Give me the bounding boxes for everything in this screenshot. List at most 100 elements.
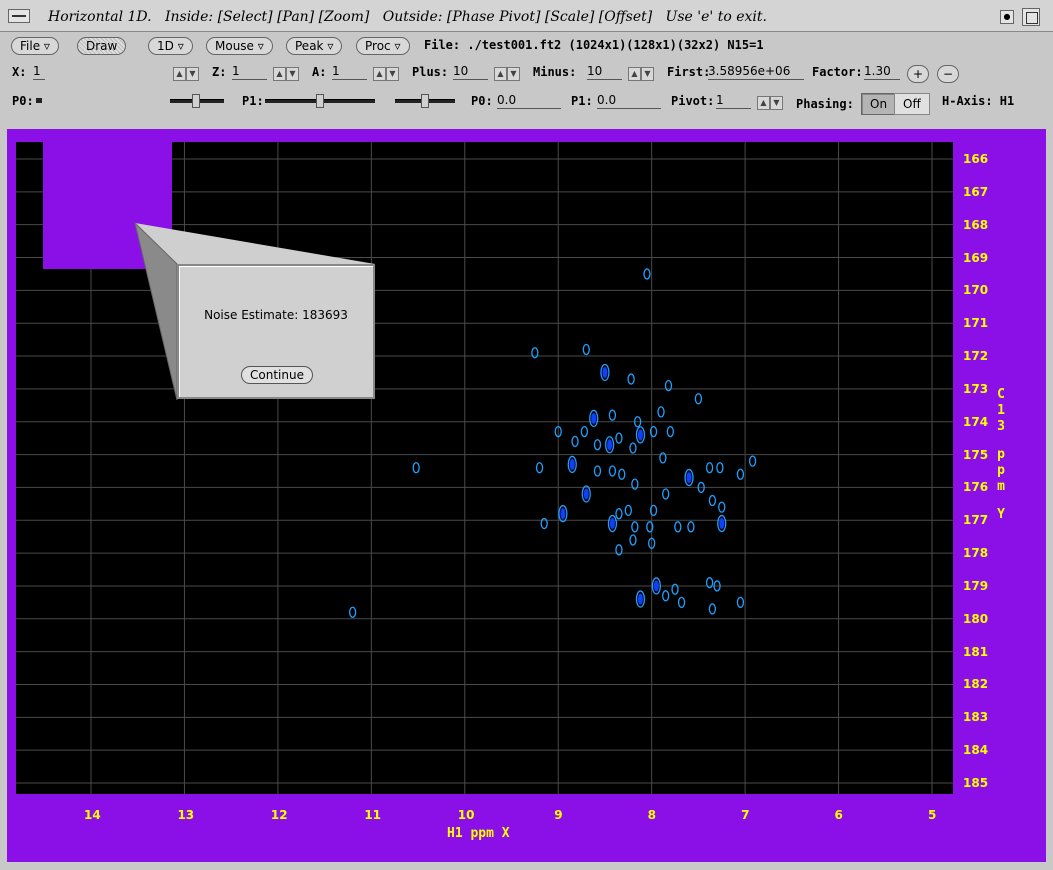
peak-contour[interactable] [589,409,599,428]
p1-slider[interactable] [265,94,375,108]
peak-contour[interactable] [643,268,651,280]
pivot-label: Pivot: [671,94,715,108]
y-tick-label: 169 [963,250,989,265]
file-menu-button[interactable]: File ▿ [11,37,59,55]
minus-spinner[interactable]: ▲ ▼ [628,65,656,81]
peak-contour[interactable] [348,606,357,618]
peak-contour[interactable] [581,485,591,503]
peak-contour[interactable] [694,393,703,405]
factor-label: Factor: [812,65,863,79]
maximize-icon[interactable] [1022,8,1040,26]
peak-contour[interactable] [629,442,637,454]
decrease-button[interactable]: − [937,65,959,83]
p0-slider[interactable] [170,94,224,108]
peak-contour[interactable] [674,521,682,533]
peak-contour[interactable] [629,534,637,546]
p2-slider-knob[interactable] [421,94,429,108]
peak-contour[interactable] [608,409,617,421]
peak-contour[interactable] [687,521,695,533]
peak-contour[interactable] [718,501,726,513]
peak-contour[interactable] [677,596,686,609]
phasing-off-toggle[interactable]: Off [894,93,930,115]
pivot-field[interactable]: 1 [716,93,751,109]
peak-contour[interactable] [624,504,632,517]
minus-label: Minus: [533,65,577,79]
peak-contour[interactable] [571,435,579,448]
p1-slider-knob[interactable] [316,94,324,108]
peak-contour[interactable] [618,468,626,480]
y-tick-label: 181 [963,644,989,659]
p0-slider-knob[interactable] [192,94,200,108]
mouse-menu-button[interactable]: Mouse ▿ [206,37,273,55]
peak-menu-button[interactable]: Peak ▿ [286,37,343,55]
peak-contour[interactable] [708,494,717,507]
chevron-down-icon: ▿ [327,39,334,53]
p0-field[interactable]: 0.0 [497,93,561,109]
peak-contour[interactable] [593,465,602,477]
x-field[interactable]: 1 [33,64,45,80]
y-tick-label: 173 [963,381,989,396]
factor-field[interactable]: 1.30 [864,64,900,80]
peak-contour[interactable] [736,596,745,609]
phasing-on-toggle[interactable]: On [861,93,897,115]
a-spinner[interactable]: ▲ ▼ [373,65,401,81]
draw-menu-button[interactable]: Draw [77,37,127,55]
peak-contour[interactable] [615,508,623,520]
peak-contour[interactable] [662,488,670,500]
increase-button[interactable]: + [907,65,929,83]
peak-contour[interactable] [666,425,675,438]
peak-contour[interactable] [705,462,714,474]
peak-contour[interactable] [567,455,577,474]
y-tick-label: 185 [963,776,989,790]
peak-contour[interactable] [748,455,757,467]
x-spinner[interactable]: ▲ ▼ [173,65,201,81]
noise-estimate-dialog: Noise Estimate: 183693 Continue [177,264,375,399]
chevron-down-icon: ▿ [177,39,184,53]
first-field[interactable]: 3.58956e+06 [708,64,804,80]
peak-contour[interactable] [635,426,646,444]
continue-button[interactable]: Continue [241,366,313,384]
peak-contour[interactable] [608,465,617,477]
peak-contour[interactable] [716,462,724,474]
z-field[interactable]: 1 [232,64,267,80]
peak-contour[interactable] [582,343,590,356]
y-tick-label: 175 [963,447,989,462]
peak-contour[interactable] [558,505,568,523]
minus-field[interactable]: 10 [587,64,622,80]
peak-contour[interactable] [607,514,618,533]
peak-contour[interactable] [627,373,635,385]
1d-menu-button[interactable]: 1D ▿ [148,37,193,55]
peak-contour[interactable] [535,462,544,474]
a-field[interactable]: 1 [332,64,367,80]
window-menu-icon[interactable] [8,9,30,23]
peak-contour[interactable] [600,363,610,382]
peak-contour[interactable] [662,590,670,602]
plus-spinner[interactable]: ▲ ▼ [494,65,522,81]
x-tick-label: 9 [554,808,563,822]
peak-contour[interactable] [412,462,420,474]
down-arrow-icon: ▼ [770,96,783,110]
peak-contour[interactable] [708,603,717,615]
p0-label: P0: [12,94,34,108]
peak-contour[interactable] [580,425,589,438]
peak-contour[interactable] [615,432,623,444]
peak-contour[interactable] [736,468,745,480]
minimize-icon[interactable]: ● [1000,10,1014,24]
peak-contour[interactable] [593,439,602,451]
p1-field[interactable]: 0.0 [597,93,661,109]
z-spinner[interactable]: ▲ ▼ [273,65,301,81]
file-info: File: ./test001.ft2 (1024x1)(128x1)(32x2… [424,38,764,52]
p0-indicator-icon [36,98,42,103]
peak-contour[interactable] [684,468,694,487]
peak-contour[interactable] [631,521,639,533]
plus-field[interactable]: 10 [453,64,488,80]
peak-contour[interactable] [604,436,615,454]
x-label: X: [12,65,27,79]
y-tick-label: 177 [963,513,989,528]
peak-contour[interactable] [657,406,665,418]
p2-slider[interactable] [395,94,455,108]
pivot-spinner[interactable]: ▲ ▼ [757,94,785,110]
proc-menu-button[interactable]: Proc ▿ [356,37,410,55]
peak-contour[interactable] [635,590,646,608]
peak-contour[interactable] [717,514,727,533]
